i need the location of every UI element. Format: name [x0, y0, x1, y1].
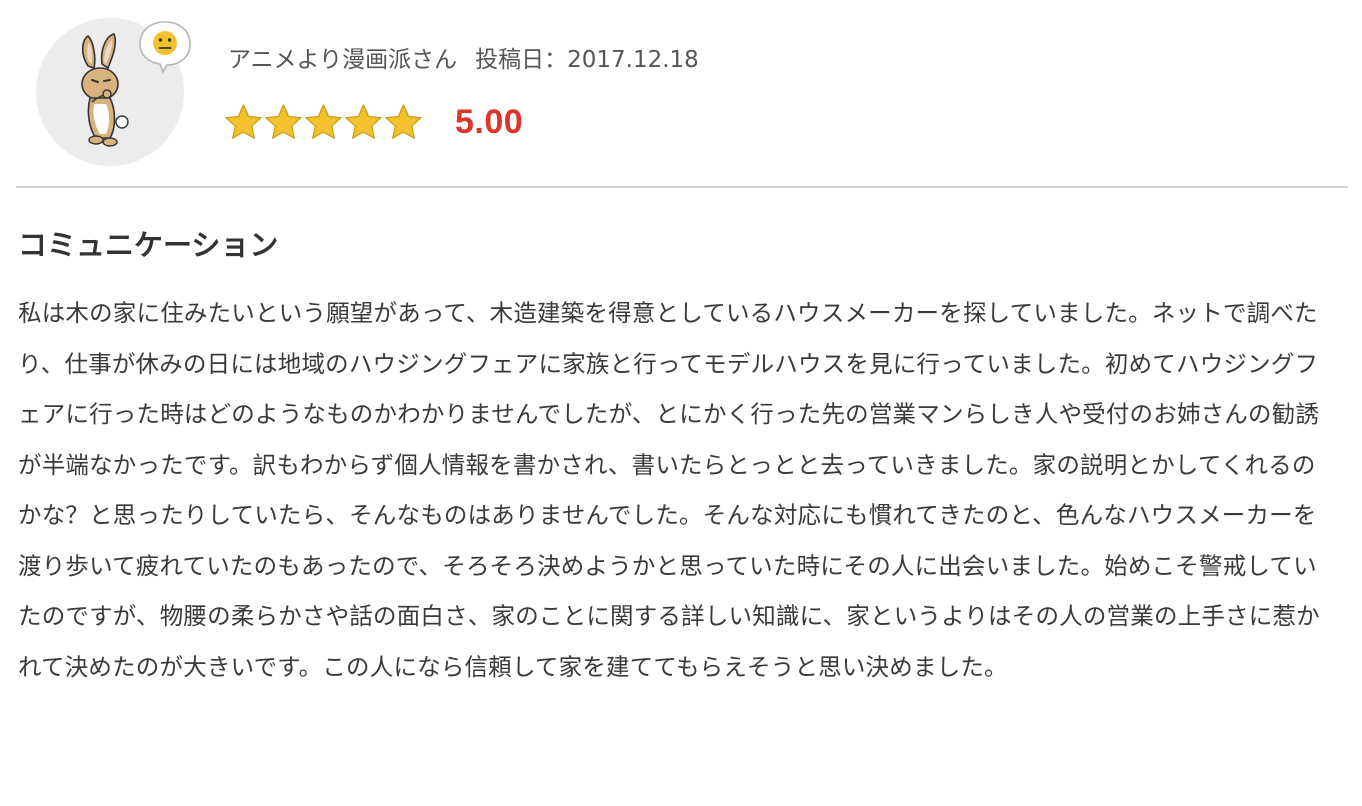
author-name: アニメより漫画派さん	[228, 47, 458, 73]
review-section-title: コミュニケーション	[18, 228, 279, 262]
star-icon	[385, 103, 422, 139]
review-body-text: 私は木の家に住みたいという願望があって、木造建築を得意としているハウスメーカーを…	[18, 299, 1320, 681]
star-rating	[224, 103, 423, 142]
divider	[16, 186, 1348, 188]
neutral-face-icon	[139, 21, 191, 74]
star-icon	[345, 103, 382, 139]
rating-row: 5.00	[224, 100, 523, 144]
rating-score: 5.00	[455, 102, 524, 141]
review-header: アニメより漫画派さん 投稿日：2017.12.18 5.00	[0, 0, 1362, 188]
post-date: 投稿日：2017.12.18	[475, 47, 699, 73]
star-icon	[265, 103, 302, 139]
review-meta: アニメより漫画派さん 投稿日：2017.12.18	[228, 40, 699, 74]
star-icon	[225, 103, 262, 139]
star-icon	[305, 103, 342, 139]
